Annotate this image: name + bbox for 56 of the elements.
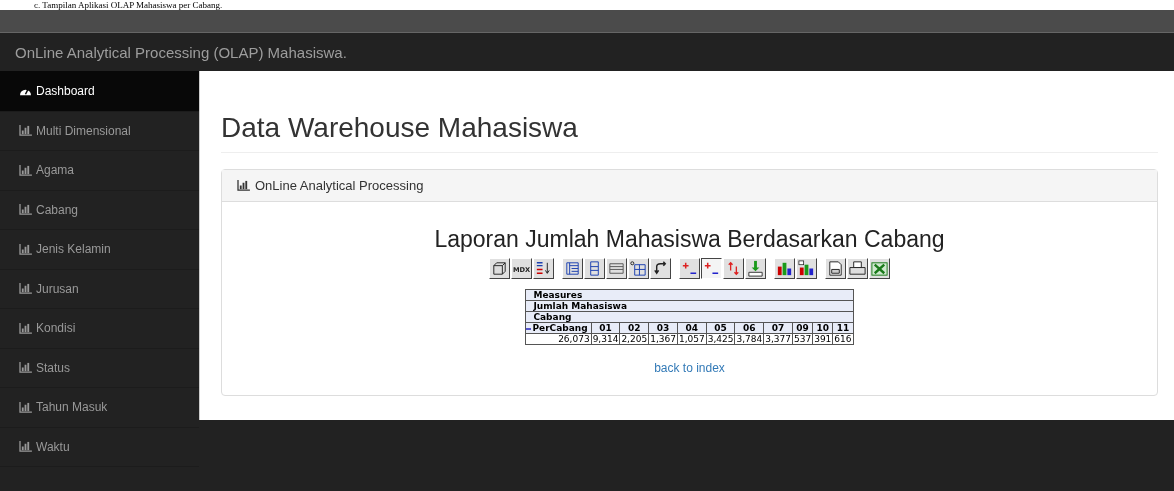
page-icon[interactable] xyxy=(825,258,846,279)
bar-chart-icon xyxy=(19,283,32,295)
table-cell: 1,057 xyxy=(677,333,707,345)
page-title: Data Warehouse Mahasiswa xyxy=(221,112,1158,153)
table-cell: 537 xyxy=(792,333,813,345)
column-header: 11 xyxy=(832,322,854,334)
bar-chart-icon xyxy=(19,243,32,255)
bar-chart-icon[interactable] xyxy=(774,258,795,279)
column-header: 03 xyxy=(648,322,678,334)
excel-icon[interactable] xyxy=(869,258,890,279)
bar-chart-icon xyxy=(19,125,32,137)
table-cell: 1,367 xyxy=(648,333,678,345)
table-header-cell: Jumlah Mahasiswa xyxy=(525,300,854,312)
column-header: 01 xyxy=(591,322,620,334)
column-icon[interactable] xyxy=(584,258,605,279)
table-cell: 616 xyxy=(832,333,854,345)
print-icon[interactable] xyxy=(847,258,868,279)
bar-chart-icon xyxy=(19,164,32,176)
navbar-brand[interactable]: OnLine Analytical Processing (OLAP) Mahasiswa. xyxy=(15,43,347,61)
table-cell: 26,073 xyxy=(525,333,592,345)
table-cell: 9,314 xyxy=(591,333,620,345)
chart-settings-icon[interactable] xyxy=(796,258,817,279)
column-header: 04 xyxy=(677,322,707,334)
grid-icon[interactable] xyxy=(628,258,649,279)
up-down-arrows-icon[interactable] xyxy=(723,258,744,279)
sidebar-item[interactable]: Waktu xyxy=(0,427,199,467)
table-cell: 2,205 xyxy=(619,333,649,345)
cube-icon[interactable] xyxy=(489,258,510,279)
caption-text: c. Tampilan Aplikasi OLAP Mahasiswa per Cabang. xyxy=(0,0,1174,10)
bar-chart-icon xyxy=(19,401,32,413)
column-header[interactable]: PerCabang xyxy=(525,322,592,334)
back-link[interactable]: back to index xyxy=(654,361,725,375)
bar-chart-icon xyxy=(19,441,32,453)
table-icon[interactable] xyxy=(606,258,627,279)
sidebar-item[interactable]: Dashboard xyxy=(0,72,199,112)
table-cell: 3,377 xyxy=(763,333,793,345)
column-header: 07 xyxy=(763,322,793,334)
table-header-cell: Measures xyxy=(525,289,854,301)
panel-title: OnLine Analytical Processing xyxy=(255,178,424,193)
tree-icon[interactable] xyxy=(562,258,583,279)
bar-chart-icon xyxy=(19,362,32,374)
report-title: Laporan Jumlah Mahasiswa Berdasarkan Cabang xyxy=(434,226,945,253)
column-header: 09 xyxy=(792,322,813,334)
column-header: 10 xyxy=(812,322,833,334)
bar-chart-icon xyxy=(19,204,32,216)
table-cell: 3,425 xyxy=(706,333,735,345)
column-header: 06 xyxy=(734,322,764,334)
plus-minus-icon[interactable] xyxy=(701,258,722,279)
column-header: 05 xyxy=(706,322,735,334)
table-cell: 391 xyxy=(812,333,833,345)
bar-chart-icon xyxy=(19,322,32,334)
table-header-cell: Cabang xyxy=(525,311,854,323)
table-cell: 3,784 xyxy=(734,333,764,345)
bar-chart-icon xyxy=(237,180,250,191)
column-header: 02 xyxy=(619,322,649,334)
sort-icon[interactable] xyxy=(533,258,554,279)
